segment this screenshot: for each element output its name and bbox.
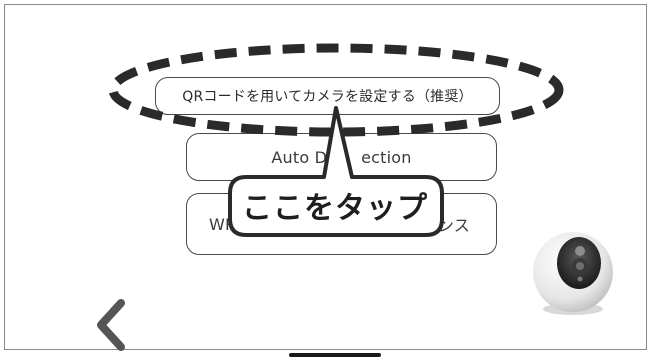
home-indicator (289, 353, 381, 357)
callout-label: ここをタップ (242, 191, 428, 226)
